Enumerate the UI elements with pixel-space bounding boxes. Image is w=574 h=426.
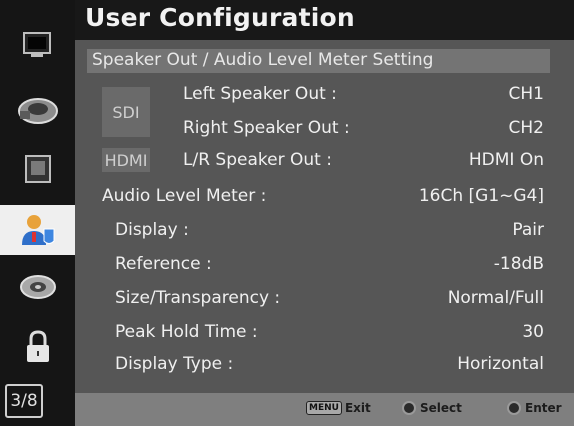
header-bar: User Configuration [75,0,574,40]
user-config-icon [18,211,58,249]
lr-speaker-label: L/R Speaker Out : [183,150,332,170]
display-label: Display : [115,220,189,240]
page-indicator: 3/8 [5,384,43,418]
lens-icon [16,93,60,127]
audio-meter-value[interactable]: 16Ch [G1~G4] [419,186,544,206]
sidebar-item-lens[interactable] [0,85,75,135]
display-icon [22,153,54,187]
sidebar-item-disc[interactable] [0,262,75,312]
page-title: User Configuration [85,3,355,32]
sdi-tag: SDI [102,87,150,137]
lr-speaker-value[interactable]: HDMI On [469,150,544,170]
right-speaker-label: Right Speaker Out : [183,118,350,138]
enter-label: Enter [525,401,562,415]
section-title: Speaker Out / Audio Level Meter Setting [92,50,434,70]
exit-label: Exit [344,401,371,415]
sidebar-item-user-config[interactable] [0,205,75,255]
exit-hint[interactable]: MENU Exit [306,401,371,415]
enter-hint[interactable]: Enter [507,401,562,415]
size-transparency-label: Size/Transparency : [115,288,281,308]
size-transparency-value[interactable]: Normal/Full [448,288,544,308]
lock-icon [22,329,54,365]
reference-label: Reference : [115,254,212,274]
right-speaker-value[interactable]: CH2 [509,118,544,138]
display-type-value[interactable]: Horizontal [457,354,544,374]
sidebar-item-monitor[interactable] [0,20,75,70]
select-hint[interactable]: Select [402,401,462,415]
display-value[interactable]: Pair [512,220,544,240]
hdmi-tag: HDMI [102,148,150,172]
sidebar: 3/8 [0,0,75,426]
sidebar-item-lock[interactable] [0,322,75,372]
footer-bar: MENU Exit Select Enter [75,393,574,426]
select-label: Select [420,401,462,415]
reference-value[interactable]: -18dB [494,254,544,274]
peak-hold-label: Peak Hold Time : [115,322,258,342]
dial-press-icon [507,401,521,415]
peak-hold-value[interactable]: 30 [522,322,544,342]
settings-panel: Speaker Out / Audio Level Meter Setting … [75,40,574,393]
monitor-icon [21,29,55,61]
menu-key-icon: MENU [306,401,342,415]
audio-meter-label: Audio Level Meter : [102,186,267,206]
display-type-label: Display Type : [115,354,234,374]
osd-menu: 3/8 User Configuration Speaker Out / Aud… [0,0,574,426]
left-speaker-label: Left Speaker Out : [183,84,337,104]
left-speaker-value[interactable]: CH1 [509,84,544,104]
dial-rotate-icon [402,401,416,415]
disc-icon [18,272,58,302]
sidebar-item-display[interactable] [0,145,75,195]
